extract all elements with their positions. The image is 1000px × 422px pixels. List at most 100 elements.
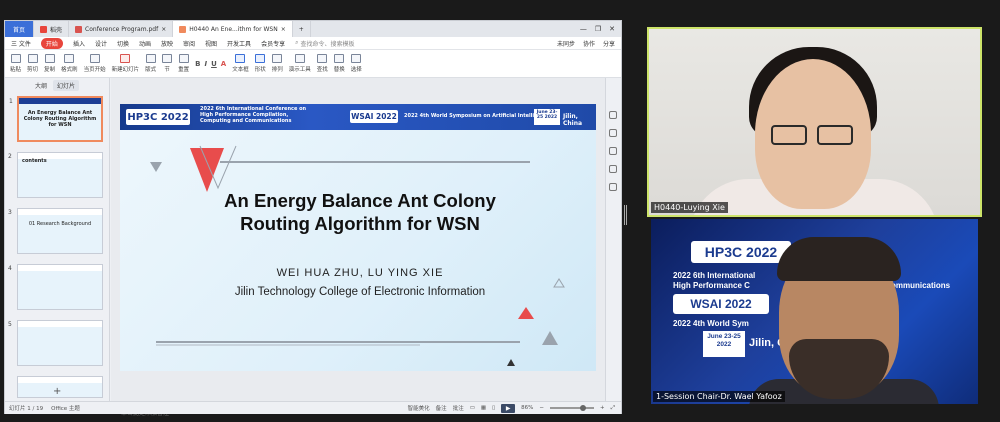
slide-count: 幻灯片 1 / 19: [9, 406, 44, 412]
video-tile-session-chair[interactable]: HP3C 2022 2022 6th International High Pe…: [651, 219, 978, 404]
textbox-button[interactable]: 文本框: [232, 54, 249, 73]
glasses-right: [817, 125, 853, 145]
replace-button[interactable]: 替换: [334, 54, 345, 73]
tab-docer-label: 稻壳: [50, 26, 63, 34]
ribbon-toolbar: 粘贴 剪切 复制 格式刷 当页开始 新建幻灯片 版式 节 重置 B I U A …: [5, 50, 621, 78]
sync-status[interactable]: 未同步: [557, 39, 575, 48]
zoom-level[interactable]: 86%: [521, 405, 533, 411]
split-handle[interactable]: [624, 205, 628, 225]
smart-beautify-button[interactable]: 智能美化: [408, 404, 430, 412]
normal-view-icon[interactable]: ▭: [470, 405, 475, 411]
tab-outline[interactable]: 大纲: [35, 81, 47, 90]
menu-developer[interactable]: 开发工具: [227, 39, 251, 48]
shapes-button[interactable]: 形状: [255, 54, 266, 73]
menu-animation[interactable]: 动画: [139, 39, 151, 48]
slide-number: 5: [8, 321, 12, 328]
add-slide-button[interactable]: +: [53, 386, 61, 397]
background-date: June 23-25 2022: [703, 331, 745, 357]
menu-member[interactable]: 会员专享: [261, 39, 285, 48]
menu-design[interactable]: 设计: [95, 39, 107, 48]
fit-window-icon[interactable]: ⤢: [611, 405, 615, 412]
close-window-icon[interactable]: ✕: [609, 25, 615, 33]
close-icon[interactable]: ×: [281, 26, 286, 33]
bold-icon[interactable]: B: [195, 60, 200, 68]
new-slide-label: 新建幻灯片: [111, 67, 140, 73]
menu-review[interactable]: 审阅: [183, 39, 195, 48]
underline-icon[interactable]: U: [211, 60, 217, 68]
tab-presentation-label: H0440 An Ene...ithm for WSN: [189, 25, 278, 33]
find-button[interactable]: 查找: [317, 54, 328, 73]
layout-button[interactable]: 版式: [145, 54, 156, 73]
slide-thumbnail[interactable]: 3 01 Research Background: [8, 208, 103, 254]
restore-icon[interactable]: ❐: [595, 25, 601, 33]
gray-small-triangle-decoration: [542, 331, 558, 345]
section-button[interactable]: 节: [162, 54, 173, 73]
shapes-panel-icon[interactable]: [609, 129, 617, 137]
play-current-button[interactable]: 当页开始: [84, 54, 106, 73]
notes-toggle[interactable]: 备注: [436, 404, 447, 412]
video-tile-participant[interactable]: H0440-Luying Xie: [647, 27, 982, 217]
share-button[interactable]: 分享: [603, 39, 615, 48]
slide-thumbnail[interactable]: 2 contents: [8, 152, 103, 198]
cut-button[interactable]: 剪切: [27, 54, 38, 73]
tab-slides[interactable]: 幻灯片: [53, 79, 80, 91]
tab-conference-pdf[interactable]: Conference Program.pdf ×: [69, 21, 174, 37]
comment-toggle[interactable]: 批注: [453, 404, 464, 412]
reset-button[interactable]: 重置: [178, 54, 189, 73]
grid-view-icon[interactable]: ▦: [481, 405, 486, 411]
menu-slideshow[interactable]: 放映: [161, 39, 173, 48]
zoom-in-icon[interactable]: +: [600, 405, 605, 411]
file-menu[interactable]: 三 文件: [11, 39, 31, 48]
arrange-button[interactable]: 排列: [272, 54, 283, 73]
settings-icon[interactable]: [609, 111, 617, 119]
paste-button[interactable]: 粘贴: [10, 54, 21, 73]
help-icon[interactable]: [609, 183, 617, 191]
font-format-group: B I U A: [195, 60, 226, 68]
zoom-slider-thumb[interactable]: [579, 405, 586, 411]
presentation-app-window: 首页 稻壳 Conference Program.pdf × H0440 An E…: [4, 20, 622, 417]
tab-pdf-label: Conference Program.pdf: [85, 25, 159, 33]
animation-icon[interactable]: [609, 165, 617, 173]
presentation-tools-button[interactable]: 演示工具: [289, 54, 311, 73]
command-search[interactable]: ⌕ 查找命令、搜索模板: [295, 39, 354, 48]
background-text-line: High Performance C: [673, 281, 750, 290]
menu-insert[interactable]: 插入: [73, 39, 85, 48]
slide-thumbnail[interactable]: 1 An Energy Balance Ant Colony Routing A…: [9, 96, 103, 142]
reading-view-icon[interactable]: ▯: [492, 405, 495, 411]
brush-icon: [64, 54, 75, 63]
zoom-out-icon[interactable]: −: [539, 405, 544, 411]
paste-icon: [10, 54, 21, 63]
menu-view[interactable]: 视图: [205, 39, 217, 48]
zoom-slider[interactable]: [549, 405, 594, 411]
minimize-icon[interactable]: —: [580, 25, 587, 33]
slideshow-play-button[interactable]: ▶: [501, 403, 516, 413]
tab-home-label: 首页: [13, 26, 26, 34]
new-slide-button[interactable]: 新建幻灯片: [111, 54, 140, 73]
current-slide[interactable]: HP3C 2022 2022 6th International Confere…: [120, 104, 596, 371]
font-color-icon[interactable]: A: [221, 60, 226, 68]
image-icon[interactable]: [609, 147, 617, 155]
replace-label: 替换: [333, 67, 345, 73]
italic-icon[interactable]: I: [204, 60, 207, 68]
select-button[interactable]: 选择: [351, 54, 362, 73]
glasses-left: [771, 125, 807, 145]
theme-name: Office 主题: [51, 406, 80, 412]
menu-start[interactable]: 开始: [40, 37, 63, 49]
close-icon[interactable]: ×: [161, 26, 166, 33]
presentation-tools-label: 演示工具: [288, 67, 311, 73]
arrange-label: 排列: [271, 67, 283, 73]
tab-presentation[interactable]: H0440 An Ene...ithm for WSN ×: [173, 21, 293, 37]
tab-home[interactable]: 首页: [5, 21, 35, 37]
scissors-icon: [27, 54, 38, 63]
red-small-triangle-decoration: [518, 307, 534, 319]
tab-docer[interactable]: 稻壳: [34, 21, 70, 37]
collaborate-button[interactable]: 协作: [583, 39, 595, 48]
shapes-label: 形状: [254, 67, 266, 73]
slide-thumbnail[interactable]: 4: [8, 264, 103, 310]
slide-thumbnail[interactable]: 5: [8, 320, 103, 366]
copy-button[interactable]: 复制: [44, 54, 55, 73]
menu-transition[interactable]: 切换: [117, 39, 129, 48]
background-text-line: 2022 6th International: [673, 271, 756, 280]
format-painter-button[interactable]: 格式刷: [61, 54, 78, 73]
new-tab-button[interactable]: +: [293, 21, 311, 37]
